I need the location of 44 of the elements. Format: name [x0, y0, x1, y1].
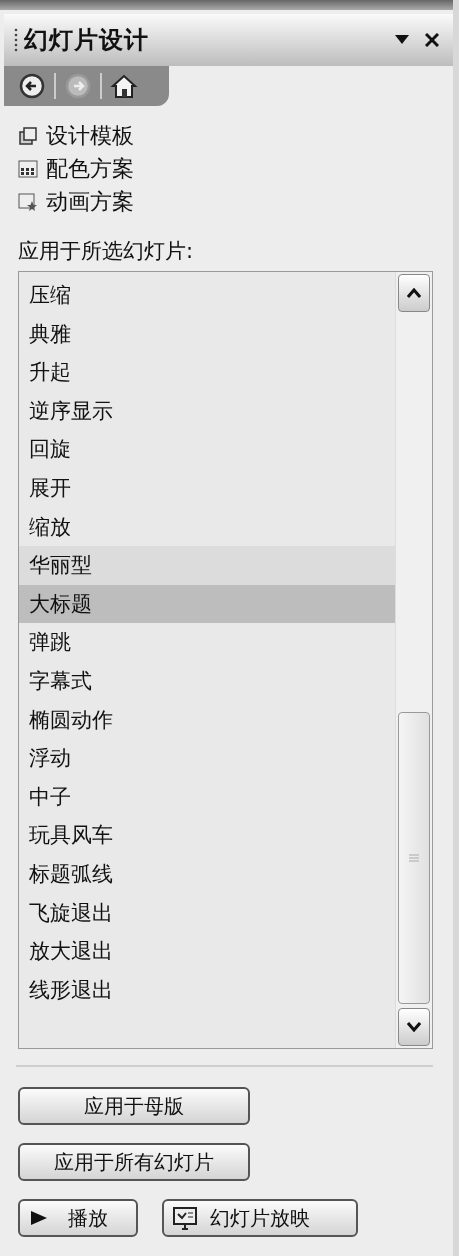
pane-title: 幻灯片设计 — [24, 25, 150, 56]
stacked-pages-icon — [18, 125, 38, 146]
down-caret-icon — [407, 1022, 421, 1032]
apply-button[interactable]: 应用于母版 — [18, 1087, 250, 1125]
task-link[interactable]: 动画方案 — [18, 186, 453, 217]
list-item[interactable]: 逆序显示 — [19, 391, 395, 431]
task-link[interactable]: 配色方案 — [18, 153, 453, 184]
slide-star-icon — [18, 191, 38, 212]
list-item[interactable]: 升起 — [19, 353, 395, 392]
list-item[interactable]: 压缩 — [19, 276, 395, 315]
apply-button[interactable]: 应用于所有幻灯片 — [18, 1143, 250, 1181]
projector-screen-icon — [172, 1206, 198, 1230]
back-icon[interactable] — [18, 72, 46, 100]
list-item[interactable]: 大标题 — [19, 584, 395, 624]
task-link[interactable]: 设计模板 — [18, 120, 453, 151]
list-item[interactable]: 华丽型 — [19, 546, 395, 585]
scrollbar[interactable] — [395, 272, 432, 1048]
list-item[interactable]: 缩放 — [19, 507, 395, 547]
list-item[interactable]: 浮动 — [19, 739, 395, 778]
list-item[interactable]: 回旋 — [19, 430, 395, 469]
play-icon — [30, 1210, 48, 1226]
list-item[interactable]: 字幕式 — [19, 661, 395, 701]
list-item[interactable]: 玩具风车 — [19, 816, 395, 855]
grip-icon[interactable] — [14, 27, 18, 53]
list-item[interactable]: 椭圆动作 — [19, 700, 395, 740]
slideshow-button[interactable]: 幻灯片放映 — [162, 1199, 358, 1237]
dropdown-icon[interactable] — [395, 35, 409, 45]
list-item[interactable]: 中子 — [19, 777, 395, 817]
color-grid-icon — [18, 158, 38, 179]
home-icon[interactable] — [110, 72, 138, 100]
scroll-up-button[interactable] — [398, 274, 430, 312]
list-label: 应用于所选幻灯片: — [17, 238, 195, 265]
list-item[interactable]: 线形退出 — [19, 970, 395, 1010]
list-item[interactable]: 飞旋退出 — [19, 893, 395, 933]
play-button[interactable]: 播放 — [18, 1199, 138, 1237]
list-item[interactable]: 弹跳 — [19, 623, 395, 662]
list-item[interactable]: 展开 — [19, 468, 395, 508]
close-icon[interactable] — [425, 33, 439, 47]
list-item[interactable]: 放大退出 — [19, 932, 395, 971]
list-item[interactable]: 标题弧线 — [19, 854, 395, 894]
up-caret-icon — [407, 288, 421, 298]
scroll-down-button[interactable] — [398, 1008, 430, 1046]
scroll-thumb[interactable] — [398, 712, 430, 1004]
list-item[interactable]: 典雅 — [19, 314, 395, 354]
